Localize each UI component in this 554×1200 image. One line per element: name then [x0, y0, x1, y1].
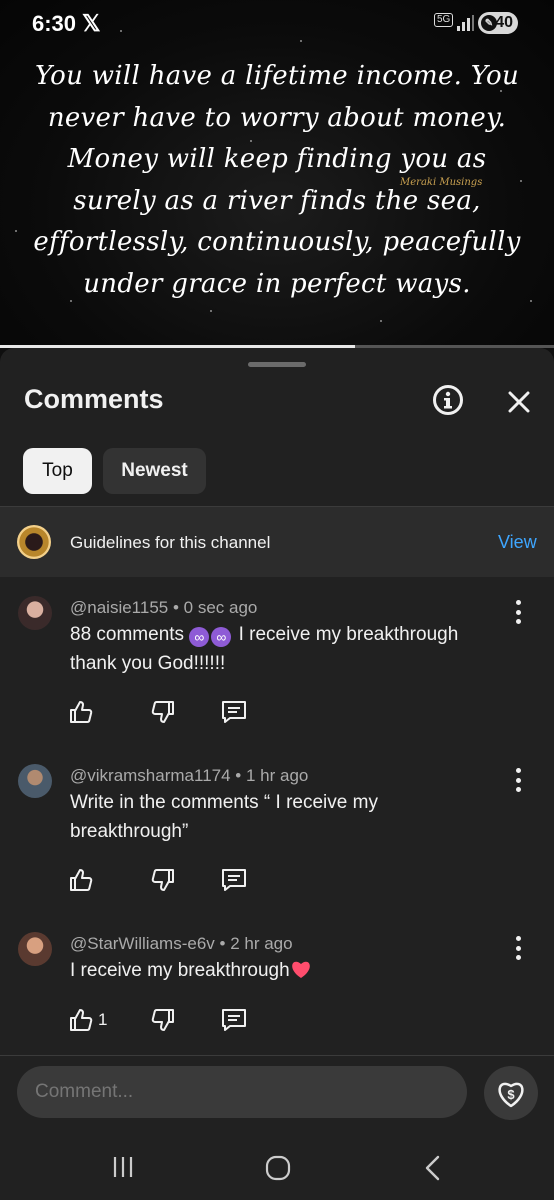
quote-line: under grace in perfect ways. — [83, 268, 471, 299]
reply-comment-icon — [222, 701, 246, 723]
thumbs-down-icon — [151, 869, 174, 891]
comment-author[interactable]: @StarWilliams-e6v — [70, 934, 215, 953]
comment-input[interactable] — [17, 1066, 467, 1118]
close-icon[interactable] — [503, 386, 535, 418]
status-time: 6:30 — [32, 11, 77, 36]
quote-line: Money will keep finding you as — [67, 144, 487, 174]
sort-chip-top[interactable]: Top — [23, 448, 92, 494]
more-options-icon[interactable] — [508, 936, 528, 960]
like-count: 1 — [98, 1010, 108, 1029]
comment-time: 1 hr ago — [245, 766, 309, 785]
thumbs-up-icon — [70, 1009, 93, 1031]
reply-button[interactable] — [220, 698, 248, 726]
video-player[interactable]: You will have a lifetime income. You nev… — [0, 0, 554, 348]
like-button[interactable]: 1 — [68, 1006, 107, 1034]
sort-chip-newest[interactable]: Newest — [103, 448, 206, 494]
infinity-emoji-icon: ∞ — [211, 627, 232, 647]
thumbs-up-icon — [70, 869, 93, 891]
channel-guidelines-banner[interactable]: Guidelines for this channel View — [0, 506, 554, 577]
view-guidelines-link[interactable]: View — [498, 532, 537, 553]
status-bar: 6:30 𝕏 5G ✎ 40 — [0, 0, 554, 48]
video-watermark: Meraki Musings — [400, 177, 483, 188]
thumbs-up-icon — [70, 701, 93, 723]
home-icon[interactable] — [264, 1154, 292, 1182]
comment-meta: @vikramsharma1174 • 1 hr ago — [70, 766, 309, 785]
channel-avatar — [17, 525, 51, 559]
back-icon[interactable] — [422, 1154, 446, 1182]
battery-level: 40 — [495, 14, 513, 31]
red-heart-emoji-icon — [291, 961, 310, 978]
comment-time: 2 hr ago — [230, 934, 293, 953]
comments-sheet: Comments Top Newest Guidelines for this … — [0, 348, 554, 1200]
comment-meta: @StarWilliams-e6v • 2 hr ago — [70, 934, 293, 953]
comment-text-part: I receive my breakthrough — [70, 960, 290, 981]
comment-text: I receive my breakthrough — [70, 956, 490, 985]
input-divider — [0, 1055, 554, 1056]
avatar[interactable] — [18, 932, 52, 966]
battery-saver-icon: ✎ — [481, 15, 497, 31]
like-button[interactable] — [68, 698, 94, 726]
battery-indicator: ✎ 40 — [478, 12, 518, 34]
comment-text: Write in the comments “ I receive my bre… — [70, 792, 378, 842]
comment-author[interactable]: @vikramsharma1174 — [70, 766, 231, 785]
dislike-button[interactable] — [150, 698, 176, 726]
network-type-badge: 5G — [434, 13, 454, 27]
reply-comment-icon — [222, 869, 246, 891]
reply-button[interactable] — [220, 866, 248, 894]
quote-line: effortlessly, continuously, peacefully — [33, 227, 521, 257]
comment-meta: @naisie1155 • 0 sec ago — [70, 598, 258, 617]
dislike-button[interactable] — [150, 866, 176, 894]
avatar[interactable] — [18, 596, 52, 630]
more-options-icon[interactable] — [508, 600, 528, 624]
quote-line: You will have a lifetime income. You — [34, 61, 520, 91]
comment-author[interactable]: @naisie1155 — [70, 598, 168, 617]
comments-title: Comments — [24, 384, 164, 414]
more-options-icon[interactable] — [508, 768, 528, 792]
dislike-button[interactable] — [150, 1006, 176, 1034]
svg-text:$: $ — [507, 1087, 515, 1102]
thumbs-down-icon — [151, 1009, 174, 1031]
drag-handle[interactable] — [248, 362, 306, 367]
reply-button[interactable] — [220, 1006, 248, 1034]
like-button[interactable] — [68, 866, 94, 894]
infinity-emoji-icon: ∞ — [189, 627, 210, 647]
guidelines-text: Guidelines for this channel — [70, 533, 271, 552]
android-navigation-bar — [0, 1136, 554, 1200]
reply-comment-icon — [222, 1009, 246, 1031]
super-thanks-button[interactable]: $ — [484, 1066, 538, 1120]
comment-text: 88 comments ∞ ∞ I receive my breakthrough… — [70, 620, 490, 678]
x-app-notification-icon: 𝕏 — [82, 10, 101, 36]
super-thanks-heart-dollar-icon: $ — [498, 1082, 524, 1108]
quote-line: never have to worry about money. — [47, 102, 507, 133]
comment-text-part: 88 comments — [70, 624, 185, 645]
info-icon[interactable] — [433, 385, 463, 415]
thumbs-down-icon — [151, 701, 174, 723]
comment-time: 0 sec ago — [183, 598, 258, 617]
avatar[interactable] — [18, 764, 52, 798]
signal-strength-icon — [457, 15, 474, 31]
recent-apps-icon[interactable] — [110, 1154, 136, 1180]
